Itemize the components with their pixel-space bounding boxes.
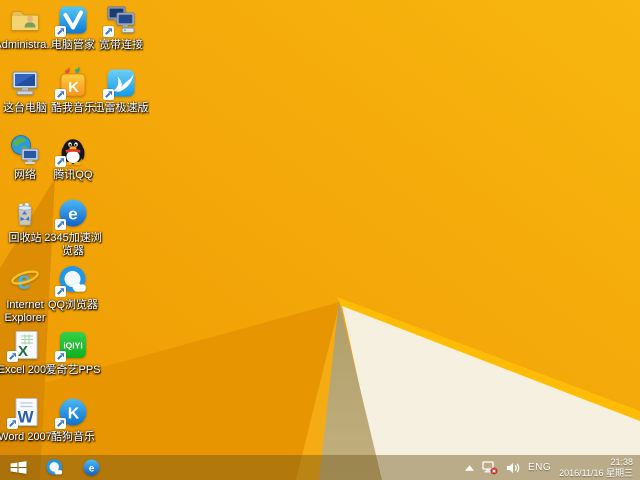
shortcut-arrow-overlay [55, 26, 66, 37]
userFolder-icon [9, 4, 41, 36]
thunder-icon [103, 67, 137, 100]
taskbar-qq-browser[interactable] [36, 455, 73, 480]
qq-icon [55, 134, 89, 167]
ie-icon: e [9, 264, 41, 296]
pcManager-icon [55, 4, 89, 37]
desktop-screen: Administra... 电脑管家 宽带连接 这台电脑 K 酷我音乐 迅雷极速… [0, 0, 640, 480]
icon-label: 腾讯QQ [53, 169, 93, 181]
e2345-icon: e [55, 197, 89, 230]
iqiyi-icon: iQIYI [55, 329, 89, 362]
shortcut-arrow-icon [57, 221, 64, 228]
shortcut-arrow-icon [9, 353, 16, 360]
desktop-icon-iqiyi-pps[interactable]: iQIYI 爱奇艺PPS [45, 329, 101, 377]
show-hidden-icons-button[interactable] [464, 455, 474, 480]
network-icon [9, 134, 41, 166]
shortcut-arrow-overlay [55, 418, 66, 429]
word-icon: W [7, 396, 41, 429]
shortcut-arrow-icon [57, 28, 64, 35]
language-indicator[interactable]: ENG [528, 462, 551, 473]
clock-date: 2016/11/16 星期三 [559, 467, 633, 478]
shortcut-arrow-icon [105, 91, 112, 98]
shortcut-arrow-overlay [103, 26, 114, 37]
start-button[interactable] [0, 455, 36, 480]
thisPc-icon [9, 67, 41, 99]
shortcut-arrow-overlay [55, 286, 66, 297]
desktop-icon-thunder-speed-edition[interactable]: 迅雷极速版 [94, 67, 149, 115]
shortcut-arrow-icon [57, 288, 64, 295]
shortcut-arrow-overlay [7, 418, 18, 429]
shortcut-arrow-icon [57, 158, 64, 165]
desktop-icon-internet-explorer[interactable]: e Internet Explorer [1, 264, 49, 325]
icon-label: QQ浏览器 [47, 299, 99, 311]
shortcut-arrow-icon [57, 420, 64, 427]
shortcut-arrow-icon [57, 91, 64, 98]
kugou-icon: K [55, 396, 89, 429]
desktop-icon-tencent-qq[interactable]: 腾讯QQ [49, 134, 97, 182]
shortcut-arrow-icon [105, 28, 112, 35]
svg-text:e: e [68, 205, 77, 224]
svg-text:K: K [68, 406, 80, 423]
system-tray: ENG 21:38 2016/11/16 星期三 [464, 455, 640, 480]
clock-time: 21:38 [610, 456, 633, 467]
desktop-icon-broadband-connection[interactable]: 宽带连接 [97, 4, 145, 52]
icon-label: 爱奇艺PPS [45, 364, 101, 376]
taskbar: e ENG 21:38 2016/11/16 星期三 [0, 455, 640, 480]
network-status-icon[interactable] [482, 455, 498, 480]
svg-text:iQIYI: iQIYI [63, 341, 82, 351]
qqBrowser-icon [55, 264, 89, 297]
shortcut-arrow-icon [9, 420, 16, 427]
shortcut-arrow-overlay [55, 156, 66, 167]
icon-label: 宽带连接 [99, 39, 143, 51]
broadband-icon [103, 4, 137, 37]
recycle-icon [9, 197, 41, 229]
windows-logo-icon [10, 461, 26, 474]
shortcut-arrow-icon [57, 353, 64, 360]
taskbar-2345-browser[interactable]: e [73, 455, 110, 480]
desktop-icon-kugou-music[interactable]: K 酷狗音乐 [49, 396, 97, 444]
shortcut-arrow-overlay [7, 351, 18, 362]
icon-label: 迅雷极速版 [93, 102, 149, 114]
shortcut-arrow-overlay [103, 89, 114, 100]
taskbar-pinned-icons: e [36, 455, 110, 480]
svg-text:e: e [89, 463, 95, 474]
desktop-icon-2345-accelerated-browser[interactable]: e 2345加速浏 览器 [44, 197, 102, 258]
svg-text:K: K [68, 79, 79, 96]
shortcut-arrow-overlay [55, 351, 66, 362]
clock[interactable]: 21:38 2016/11/16 星期三 [559, 457, 633, 479]
icon-label: 2345加速浏 览器 [44, 232, 102, 257]
chevron-up-icon [464, 464, 474, 471]
volume-icon[interactable] [506, 455, 520, 480]
icon-label: 酷狗音乐 [51, 431, 95, 443]
shortcut-arrow-overlay [55, 89, 66, 100]
excel-icon: X [7, 329, 41, 362]
svg-text:W: W [17, 408, 34, 427]
kuwo-icon: K [55, 67, 89, 100]
svg-text:X: X [18, 343, 28, 360]
shortcut-arrow-overlay [55, 219, 66, 230]
desktop-icon-qq-browser[interactable]: QQ浏览器 [48, 264, 98, 312]
